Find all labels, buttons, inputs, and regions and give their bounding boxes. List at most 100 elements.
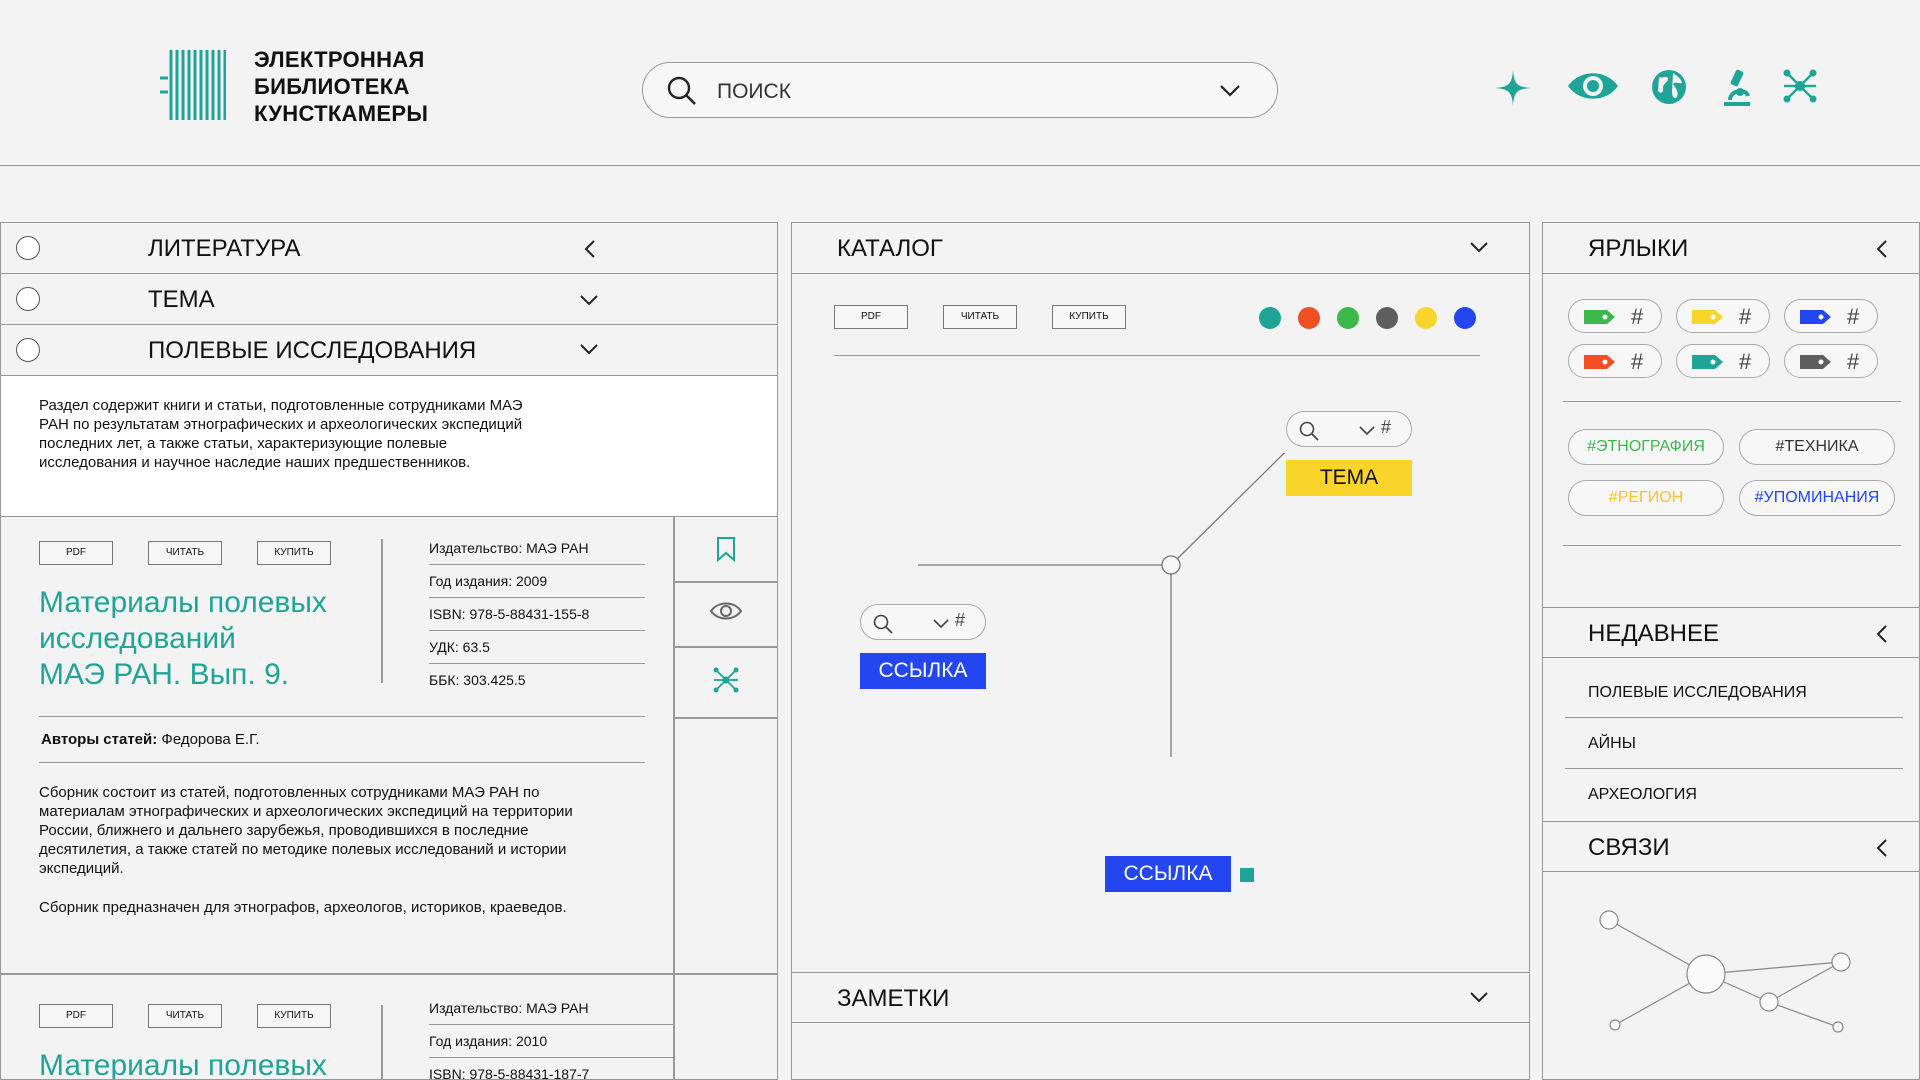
buy-button[interactable]: КУПИТЬ bbox=[257, 1004, 331, 1028]
eye-icon[interactable] bbox=[1566, 68, 1620, 104]
node-link[interactable]: ССЫЛКА bbox=[1105, 856, 1231, 892]
logo-line-2: БИБЛИОТЕКА bbox=[254, 74, 410, 99]
chevron-down-icon[interactable] bbox=[1359, 426, 1375, 436]
radio-button[interactable] bbox=[16, 338, 40, 362]
section-description-text: Раздел содержит книги и статьи, подготов… bbox=[39, 397, 523, 471]
node-link[interactable]: ССЫЛКА bbox=[860, 653, 986, 689]
globe-icon[interactable] bbox=[1651, 69, 1687, 105]
tag-icon bbox=[1584, 310, 1615, 324]
chevron-left-icon[interactable] bbox=[1873, 624, 1893, 644]
pdf-button[interactable]: PDF bbox=[39, 1004, 113, 1028]
recent-item[interactable]: ПОЛЕВЫЕ ИССЛЕДОВАНИЯ bbox=[1565, 668, 1903, 718]
book-bbk: ББК: 303.425.5 bbox=[429, 672, 526, 688]
pdf-button[interactable]: PDF bbox=[834, 305, 908, 329]
links-graph[interactable] bbox=[1543, 903, 1920, 1080]
tag-filter[interactable]: # bbox=[1784, 299, 1878, 333]
pdf-button[interactable]: PDF bbox=[39, 541, 113, 565]
node-theme[interactable]: ТЕМА bbox=[1286, 460, 1412, 496]
notes-header[interactable]: ЗАМЕТКИ bbox=[792, 972, 1529, 1023]
divider bbox=[673, 646, 777, 648]
search-input[interactable]: ПОИСК bbox=[642, 62, 1278, 118]
read-button[interactable]: ЧИТАТЬ bbox=[148, 1004, 222, 1028]
recent-header[interactable]: НЕДАВНЕЕ bbox=[1543, 607, 1919, 658]
read-button[interactable]: ЧИТАТЬ bbox=[943, 305, 1017, 329]
chevron-left-icon[interactable] bbox=[1873, 838, 1893, 858]
book-title[interactable]: Материалы полевых исследований МАЭ РАН. … bbox=[39, 585, 384, 693]
node-search[interactable]: # bbox=[1286, 411, 1412, 447]
chevron-left-icon[interactable] bbox=[1873, 239, 1893, 259]
tag-filter[interactable]: # bbox=[1676, 299, 1770, 333]
tag-filter[interactable]: # bbox=[1568, 299, 1662, 333]
logo-text[interactable]: ЭЛЕКТРОННАЯ БИБЛИОТЕКА КУНСТКАМЕРЫ bbox=[254, 46, 428, 127]
bookmark-icon[interactable] bbox=[715, 536, 737, 562]
color-filter-dot[interactable] bbox=[1454, 307, 1476, 329]
color-filter-dot[interactable] bbox=[1259, 307, 1281, 329]
logo-barcode-icon bbox=[160, 50, 226, 120]
eye-icon[interactable] bbox=[709, 600, 743, 622]
tag-icon bbox=[1692, 355, 1723, 369]
radio-button[interactable] bbox=[16, 287, 40, 311]
book-title[interactable]: Материалы полевых bbox=[39, 1049, 327, 1079]
color-filter-dot[interactable] bbox=[1415, 307, 1437, 329]
book-year: Год издания: 2010 bbox=[429, 1025, 673, 1058]
section-field-research[interactable]: ПОЛЕВЫЕ ИССЛЕДОВАНИЯ bbox=[1, 325, 777, 376]
color-filter-dot[interactable] bbox=[1337, 307, 1359, 329]
section-literature[interactable]: ЛИТЕРАТУРА bbox=[1, 223, 777, 274]
divider bbox=[1563, 545, 1901, 547]
chevron-down-icon[interactable] bbox=[579, 339, 599, 359]
section-literature-label: ЛИТЕРАТУРА bbox=[148, 235, 301, 262]
recent-item[interactable]: АРХЕОЛОГИЯ bbox=[1565, 770, 1903, 820]
tag-filter[interactable]: # bbox=[1676, 344, 1770, 378]
divider bbox=[381, 1005, 383, 1079]
links-title: СВЯЗИ bbox=[1588, 834, 1670, 861]
catalog-header[interactable]: КАТАЛОГ bbox=[792, 223, 1529, 274]
chevron-down-icon[interactable] bbox=[1219, 84, 1241, 98]
color-filter-dot[interactable] bbox=[1298, 307, 1320, 329]
hashtag-ethnography[interactable]: #ЭТНОГРАФИЯ bbox=[1568, 429, 1724, 465]
catalog-panel: КАТАЛОГ PDF ЧИТАТЬ КУПИТЬ # ТЕМА # ССЫЛК… bbox=[791, 222, 1530, 1080]
read-button[interactable]: ЧИТАТЬ bbox=[148, 541, 222, 565]
hash-symbol: # bbox=[1381, 417, 1392, 437]
buy-button[interactable]: КУПИТЬ bbox=[257, 541, 331, 565]
buy-button[interactable]: КУПИТЬ bbox=[1052, 305, 1126, 329]
chevron-down-icon[interactable] bbox=[933, 619, 949, 629]
hashtag-mentions[interactable]: #УПОМИНАНИЯ bbox=[1739, 480, 1895, 516]
divider bbox=[1, 973, 777, 975]
hashtag-technology[interactable]: #ТЕХНИКА bbox=[1739, 429, 1895, 465]
tag-icon bbox=[1800, 310, 1831, 324]
labels-header[interactable]: ЯРЛЫКИ bbox=[1543, 223, 1919, 274]
divider bbox=[834, 355, 1480, 357]
radio-button[interactable] bbox=[16, 236, 40, 260]
color-filter-dot[interactable] bbox=[1376, 307, 1398, 329]
microscope-icon[interactable] bbox=[1720, 68, 1754, 106]
hashtag-region[interactable]: #РЕГИОН bbox=[1568, 480, 1724, 516]
hashtag-label: #ТЕХНИКА bbox=[1775, 438, 1859, 455]
chevron-down-icon[interactable] bbox=[579, 290, 599, 310]
chevron-left-icon[interactable] bbox=[581, 239, 601, 259]
hash-symbol: # bbox=[1847, 304, 1860, 329]
chevron-down-icon[interactable] bbox=[1469, 237, 1489, 257]
recent-item[interactable]: АЙНЫ bbox=[1565, 719, 1903, 769]
labels-title: ЯРЛЫКИ bbox=[1588, 235, 1689, 262]
chevron-down-icon[interactable] bbox=[1469, 987, 1489, 1007]
book-udk: УДК: 63.5 bbox=[429, 631, 645, 664]
network-icon[interactable] bbox=[1782, 68, 1818, 104]
network-icon[interactable] bbox=[713, 667, 739, 693]
section-description: Раздел содержит книги и статьи, подготов… bbox=[1, 376, 777, 517]
node-search[interactable]: # bbox=[860, 604, 986, 640]
sparkle-icon[interactable] bbox=[1495, 70, 1531, 106]
links-header[interactable]: СВЯЗИ bbox=[1543, 821, 1919, 872]
tag-filter[interactable]: # bbox=[1784, 344, 1878, 378]
section-field-research-label: ПОЛЕВЫЕ ИССЛЕДОВАНИЯ bbox=[148, 337, 477, 364]
hashtag-label: #ЭТНОГРАФИЯ bbox=[1587, 438, 1705, 455]
node-marker[interactable] bbox=[1240, 868, 1254, 882]
book-title-line: исследований bbox=[39, 622, 236, 655]
hashtag-label: #РЕГИОН bbox=[1608, 489, 1684, 506]
tag-filter[interactable]: # bbox=[1568, 344, 1662, 378]
logo-line-1: ЭЛЕКТРОННАЯ bbox=[254, 47, 425, 72]
section-theme[interactable]: ТЕМА bbox=[1, 274, 777, 325]
authors-value: Федорова Е.Г. bbox=[161, 731, 260, 748]
book-title-line: Материалы полевых bbox=[39, 586, 327, 619]
tag-icon bbox=[1692, 310, 1723, 324]
hash-symbol: # bbox=[1631, 304, 1644, 329]
